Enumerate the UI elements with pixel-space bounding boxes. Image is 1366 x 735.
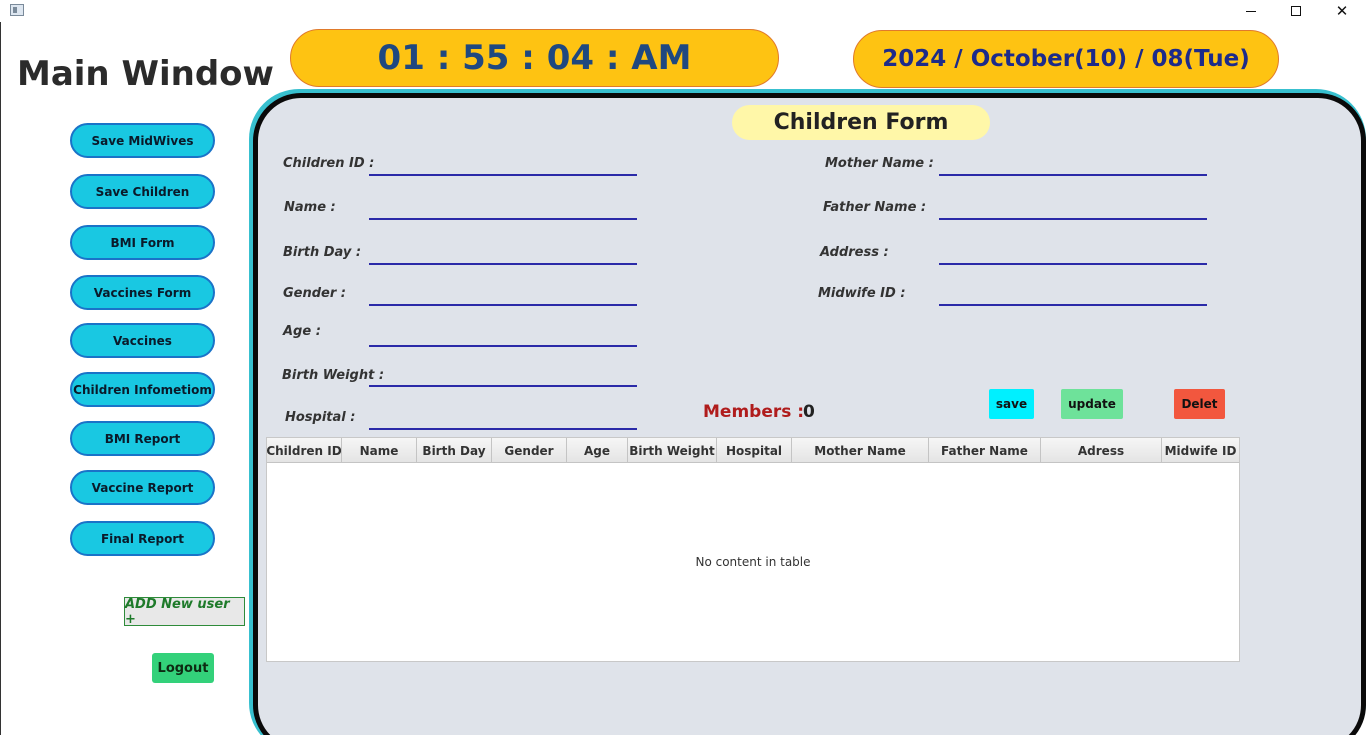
column-header-gender[interactable]: Gender	[492, 438, 567, 463]
children-id-label: Children ID :	[283, 156, 375, 171]
column-header-midwife-id[interactable]: Midwife ID	[1162, 438, 1239, 463]
members-count: 0	[803, 402, 815, 422]
column-header-birth-day[interactable]: Birth Day	[417, 438, 492, 463]
column-header-mother-name[interactable]: Mother Name	[792, 438, 929, 463]
app-window-icon	[10, 4, 24, 16]
minimize-icon	[1246, 10, 1256, 12]
window-titlebar: ✕	[0, 0, 1366, 22]
mother-name-label: Mother Name :	[825, 156, 934, 171]
table-empty-message: No content in table	[695, 555, 811, 569]
table-header: Children ID Name Birth Day Gender Age Bi…	[267, 438, 1239, 463]
column-header-children-id[interactable]: Children ID	[267, 438, 342, 463]
column-header-address[interactable]: Adress	[1041, 438, 1162, 463]
vaccine-report-button[interactable]: Vaccine Report	[70, 470, 215, 505]
delete-button[interactable]: Delet	[1174, 389, 1225, 419]
logout-button[interactable]: Logout	[152, 653, 214, 683]
bmi-report-button[interactable]: BMI Report	[70, 421, 215, 456]
save-button[interactable]: save	[989, 389, 1034, 419]
update-button[interactable]: update	[1061, 389, 1123, 419]
clock-display: 01 : 55 : 04 : AM	[290, 29, 779, 87]
vaccines-form-button[interactable]: Vaccines Form	[70, 275, 215, 310]
column-header-name[interactable]: Name	[342, 438, 417, 463]
save-midwives-button[interactable]: Save MidWives	[70, 123, 215, 158]
address-field[interactable]	[939, 243, 1207, 265]
gender-field[interactable]	[369, 284, 637, 306]
age-label: Age :	[283, 324, 321, 339]
add-new-user-button[interactable]: ADD New user +	[124, 597, 245, 627]
name-field[interactable]	[369, 198, 637, 220]
name-label: Name :	[284, 200, 336, 215]
bmi-form-button[interactable]: BMI Form	[70, 225, 215, 260]
window-left-border	[0, 22, 1, 735]
date-display: 2024 / October(10) / 08(Tue)	[853, 30, 1279, 88]
midwife-id-label: Midwife ID :	[818, 286, 906, 301]
age-field[interactable]	[369, 325, 637, 347]
save-children-button[interactable]: Save Children	[70, 174, 215, 209]
children-table[interactable]: Children ID Name Birth Day Gender Age Bi…	[266, 437, 1240, 662]
father-name-label: Father Name :	[823, 200, 927, 215]
midwife-id-field[interactable]	[939, 284, 1207, 306]
close-button[interactable]: ✕	[1319, 0, 1365, 22]
birth-day-label: Birth Day :	[283, 245, 362, 260]
members-label: Members :	[703, 402, 805, 422]
maximize-button[interactable]	[1273, 0, 1319, 22]
children-information-button[interactable]: Children Infometiom	[70, 372, 215, 407]
mother-name-field[interactable]	[939, 154, 1207, 176]
column-header-birth-weight[interactable]: Birth Weight	[628, 438, 717, 463]
hospital-field[interactable]	[369, 408, 637, 430]
hospital-label: Hospital :	[285, 410, 356, 425]
page-title: Main Window	[17, 54, 274, 94]
minimize-button[interactable]	[1228, 0, 1274, 22]
birth-day-field[interactable]	[369, 243, 637, 265]
vaccines-button[interactable]: Vaccines	[70, 323, 215, 358]
column-header-age[interactable]: Age	[567, 438, 628, 463]
column-header-father-name[interactable]: Father Name	[929, 438, 1041, 463]
column-header-hospital[interactable]: Hospital	[717, 438, 792, 463]
final-report-button[interactable]: Final Report	[70, 521, 215, 556]
address-label: Address :	[820, 245, 889, 260]
children-id-field[interactable]	[369, 154, 637, 176]
maximize-icon	[1291, 6, 1301, 16]
form-title: Children Form	[732, 105, 990, 140]
close-icon: ✕	[1335, 1, 1349, 20]
father-name-field[interactable]	[939, 198, 1207, 220]
birth-weight-field[interactable]	[369, 365, 637, 387]
gender-label: Gender :	[283, 286, 347, 301]
